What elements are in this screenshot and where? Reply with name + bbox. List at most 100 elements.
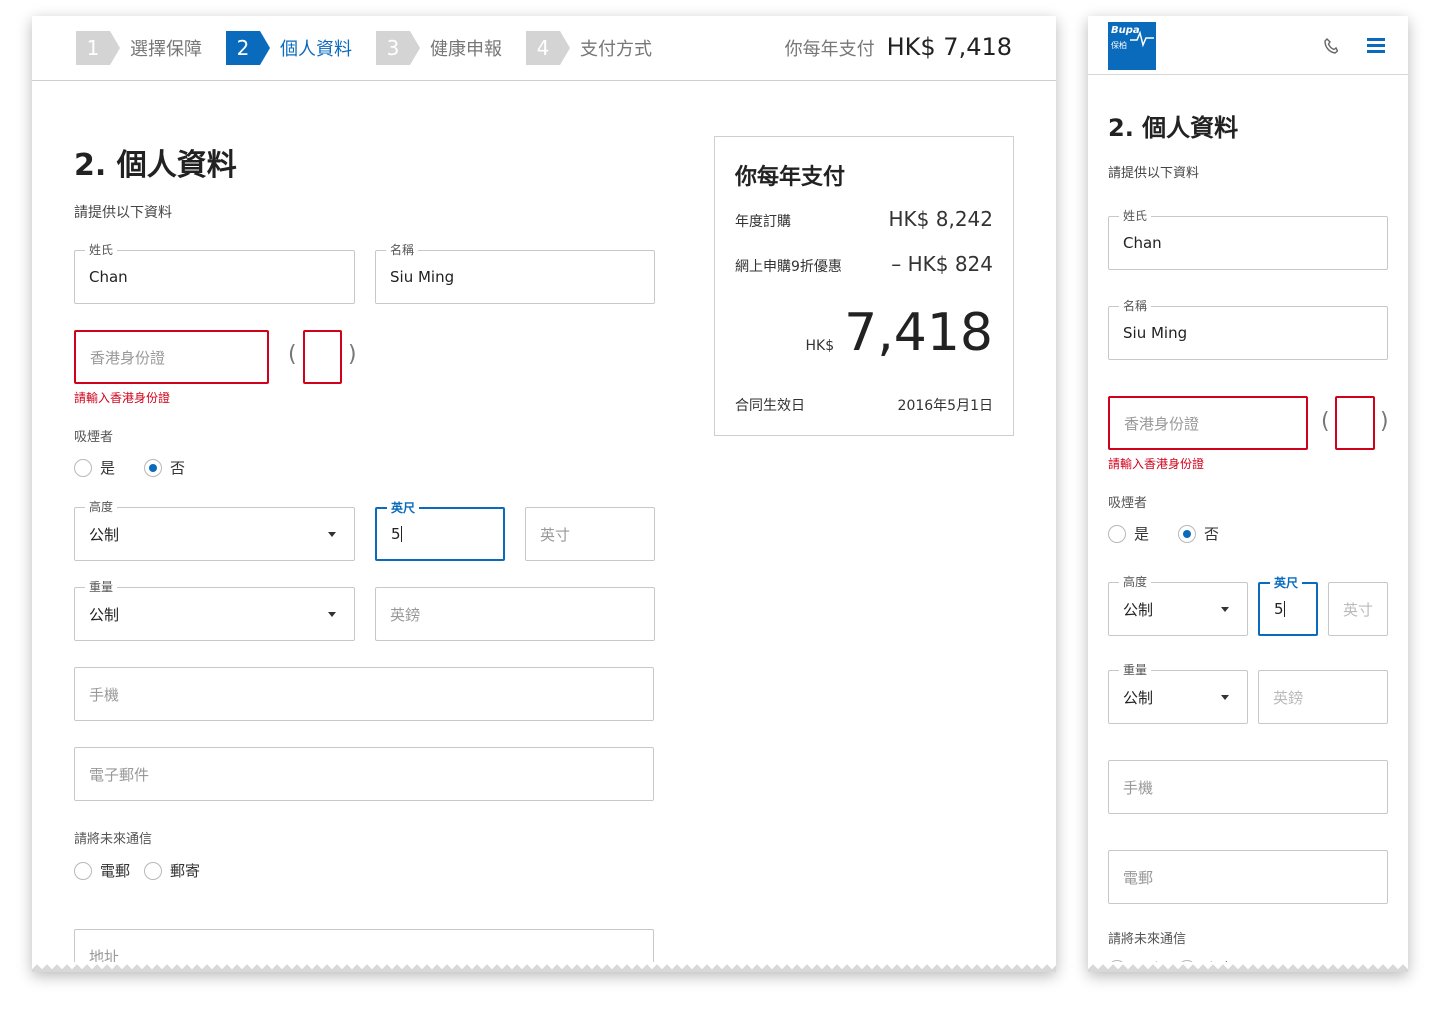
radio-circle-selected (144, 458, 162, 477)
height-feet-input[interactable]: 英尺 5 (375, 500, 505, 561)
smoker-no-radio[interactable]: 否 (144, 457, 185, 478)
header-annual-pay: 你每年支付 HK$ 7,418 (785, 33, 1012, 61)
given-name-field[interactable]: 名稱 Siu Ming (375, 242, 655, 304)
annual-label: 年度訂購 (735, 214, 791, 230)
pulse-icon (1130, 30, 1154, 48)
weight-label: 重量 (1119, 662, 1152, 678)
total-value: 7,418 (844, 303, 993, 363)
step-header: 1 選擇保障 2 個人資料 3 健康申報 4 支付方式 你每年支付 HK$ 7,… (32, 16, 1056, 81)
hkid-close-paren: ) (348, 342, 357, 367)
hamburger-menu-icon[interactable] (1367, 38, 1385, 53)
mobile-placeholder: 手機 (89, 685, 120, 704)
mobile-placeholder: 手機 (1123, 778, 1154, 797)
surname-field[interactable]: 姓氏 Chan (1108, 208, 1388, 270)
weight-lb-input[interactable]: 英鎊 (375, 587, 655, 641)
step-label: 個人資料 (280, 39, 352, 60)
hkid-input[interactable]: 香港身份證 (74, 330, 269, 384)
page-subtitle: 請提供以下資料 (1108, 166, 1200, 181)
height-unit-select[interactable]: 高度 公制 (1108, 574, 1248, 636)
contact-label: 請將未來通信 (74, 832, 153, 847)
inch-placeholder: 英寸 (1343, 600, 1374, 619)
step-2[interactable]: 2 個人資料 (226, 31, 352, 65)
effective-value: 2016年5月1日 (897, 398, 993, 414)
total-row: HK$ 7,418 (735, 303, 994, 363)
mobile-input[interactable]: 手機 (1108, 760, 1388, 814)
surname-label: 姓氏 (85, 242, 118, 258)
radio-circle-selected (1178, 524, 1196, 543)
radio-label: 是 (1134, 525, 1150, 543)
mobile-input[interactable]: 手機 (74, 667, 654, 721)
discount-value: – HK$ 824 (891, 252, 993, 276)
radio-label: 是 (100, 459, 116, 477)
effective-label: 合同生效日 (735, 398, 805, 414)
smoker-no-radio[interactable]: 否 (1178, 523, 1219, 544)
given-name-value: Siu Ming (1123, 324, 1188, 342)
hkid-open-paren: ( (1321, 409, 1330, 434)
total-currency: HK$ (805, 338, 835, 354)
torn-edge (32, 962, 1056, 972)
height-feet-input[interactable]: 英尺 5 (1258, 575, 1318, 636)
step-3[interactable]: 3 健康申報 (376, 31, 502, 65)
hkid-error: 請輸入香港身份證 (74, 391, 171, 405)
feet-label: 英尺 (387, 500, 420, 516)
caret-down-icon (328, 532, 336, 537)
hkid-error: 請輸入香港身份證 (1108, 457, 1205, 471)
feet-value: 5 (1274, 600, 1284, 618)
discount-label: 網上申購9折優惠 (735, 259, 842, 275)
given-name-label: 名稱 (386, 242, 419, 258)
caret-down-icon (1221, 695, 1229, 700)
torn-edge (1088, 962, 1408, 972)
summary-title: 你每年支付 (735, 165, 846, 190)
hkid-open-paren: ( (288, 342, 297, 367)
height-inch-input[interactable]: 英寸 (525, 507, 655, 561)
weight-unit-value: 公制 (89, 605, 120, 624)
hkid-placeholder: 香港身份證 (1124, 414, 1200, 433)
radio-circle (74, 458, 92, 477)
annual-value: HK$ 8,242 (888, 207, 994, 231)
height-inch-input[interactable]: 英寸 (1328, 582, 1388, 636)
hkid-input[interactable]: 香港身份證 (1108, 396, 1308, 450)
radio-label: 否 (1204, 525, 1220, 543)
contact-email-radio[interactable]: 電郵 (74, 860, 130, 881)
surname-field[interactable]: 姓氏 Chan (74, 242, 355, 304)
hkid-check-digit-input[interactable] (303, 330, 342, 384)
annual-row: 年度訂購 HK$ 8,242 (735, 207, 993, 231)
weight-lb-input[interactable]: 英鎊 (1258, 670, 1388, 724)
height-unit-value: 公制 (1123, 600, 1154, 619)
lb-placeholder: 英鎊 (390, 605, 421, 624)
hkid-check-digit-input[interactable] (1335, 396, 1375, 450)
pay-value: HK$ 7,418 (886, 33, 1012, 61)
height-unit-select[interactable]: 高度 公制 (74, 499, 355, 561)
feet-value: 5 (391, 525, 401, 543)
page-title: 2. 個人資料 (74, 148, 237, 183)
logo-text-zh: 保柏 (1111, 41, 1127, 50)
surname-label: 姓氏 (1119, 208, 1152, 224)
inch-placeholder: 英寸 (540, 525, 571, 544)
given-name-value: Siu Ming (390, 268, 455, 286)
surname-value: Chan (1123, 234, 1162, 252)
radio-label: 電郵 (100, 862, 131, 880)
weight-unit-select[interactable]: 重量 公制 (1108, 662, 1248, 724)
contact-post-radio[interactable]: 郵寄 (144, 860, 200, 881)
email-placeholder: 電子郵件 (89, 765, 150, 784)
bupa-logo[interactable]: Bupa 保柏 (1108, 22, 1156, 70)
smoker-yes-radio[interactable]: 是 (74, 457, 115, 478)
email-input[interactable]: 電郵 (1108, 850, 1388, 904)
text-cursor (400, 526, 402, 542)
email-input[interactable]: 電子郵件 (74, 747, 654, 801)
smoker-yes-radio[interactable]: 是 (1108, 523, 1149, 544)
step-number: 3 (376, 31, 420, 65)
given-name-label: 名稱 (1119, 298, 1152, 314)
phone-icon[interactable] (1324, 38, 1338, 54)
mobile-header: Bupa 保柏 (1088, 16, 1408, 75)
given-name-field[interactable]: 名稱 Siu Ming (1108, 298, 1388, 360)
radio-circle (74, 861, 92, 880)
step-1[interactable]: 1 選擇保障 (76, 31, 202, 65)
page-subtitle: 請提供以下資料 (74, 205, 172, 221)
radio-circle (1108, 524, 1126, 543)
step-4[interactable]: 4 支付方式 (526, 31, 652, 65)
email-placeholder: 電郵 (1123, 868, 1154, 887)
discount-row: 網上申購9折優惠 – HK$ 824 (735, 252, 993, 276)
radio-label: 郵寄 (170, 862, 201, 880)
weight-unit-select[interactable]: 重量 公制 (74, 579, 355, 641)
